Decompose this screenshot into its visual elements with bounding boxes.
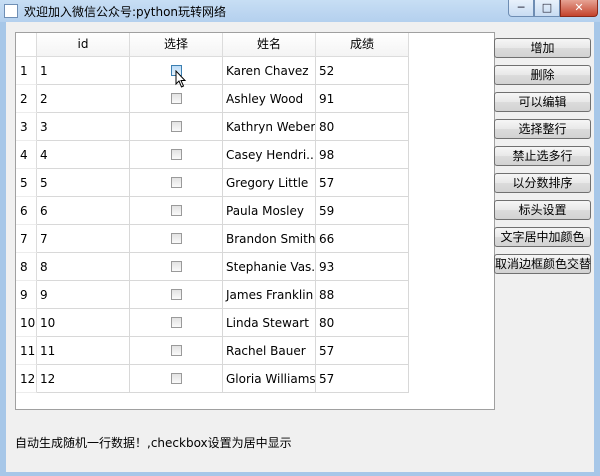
cell-id[interactable]: 5: [37, 169, 130, 197]
cell-score[interactable]: 80: [316, 309, 409, 337]
mouse-cursor-icon: [175, 70, 187, 88]
add-button[interactable]: 增加: [494, 38, 591, 58]
row-header[interactable]: 11: [16, 337, 37, 365]
cell-id[interactable]: 8: [37, 253, 130, 281]
row-header[interactable]: 6: [16, 197, 37, 225]
row-checkbox[interactable]: [171, 121, 182, 132]
cell-id[interactable]: 11: [37, 337, 130, 365]
cell-name[interactable]: Ashley Wood: [223, 85, 316, 113]
client-area: id 选择 姓名 成绩 1 1 Karen Chavez 52 2 2 Ashley Wood 91 3…: [6, 22, 594, 472]
cell-score[interactable]: 98: [316, 141, 409, 169]
cell-select[interactable]: [130, 281, 223, 309]
cell-score[interactable]: 59: [316, 197, 409, 225]
cell-select[interactable]: [130, 169, 223, 197]
cell-score[interactable]: 66: [316, 225, 409, 253]
row-header[interactable]: 9: [16, 281, 37, 309]
header-name[interactable]: 姓名: [223, 33, 316, 57]
maximize-button[interactable]: □: [534, 0, 560, 17]
cell-id[interactable]: 7: [37, 225, 130, 253]
cell-id[interactable]: 1: [37, 57, 130, 85]
row-header[interactable]: 12: [16, 365, 37, 393]
header-select[interactable]: 选择: [130, 33, 223, 57]
select-row-button[interactable]: 选择整行: [494, 119, 591, 139]
row-header[interactable]: 3: [16, 113, 37, 141]
title-bar[interactable]: 欢迎加入微信公众号:python玩转网络 ─ □ ✕: [0, 0, 600, 22]
cell-name[interactable]: James Franklin: [223, 281, 316, 309]
row-checkbox[interactable]: [171, 149, 182, 160]
row-checkbox[interactable]: [171, 317, 182, 328]
sort-by-score-button[interactable]: 以分数排序: [494, 173, 591, 193]
cell-score[interactable]: 57: [316, 365, 409, 393]
cell-select[interactable]: [130, 337, 223, 365]
delete-button[interactable]: 删除: [494, 65, 591, 85]
row-header[interactable]: 10: [16, 309, 37, 337]
row-header[interactable]: 5: [16, 169, 37, 197]
cell-score[interactable]: 52: [316, 57, 409, 85]
cell-name[interactable]: Stephanie Vas...: [223, 253, 316, 281]
cell-score[interactable]: 88: [316, 281, 409, 309]
cell-id[interactable]: 3: [37, 113, 130, 141]
cell-id[interactable]: 10: [37, 309, 130, 337]
cell-select[interactable]: [130, 141, 223, 169]
row-checkbox[interactable]: [171, 373, 182, 384]
close-button[interactable]: ✕: [560, 0, 598, 17]
header-score[interactable]: 成绩: [316, 33, 409, 57]
app-icon: [4, 4, 18, 18]
cell-select[interactable]: [130, 309, 223, 337]
window-title: 欢迎加入微信公众号:python玩转网络: [24, 5, 227, 19]
cell-select[interactable]: [130, 253, 223, 281]
header-settings-button[interactable]: 标头设置: [494, 200, 591, 220]
cell-id[interactable]: 6: [37, 197, 130, 225]
editable-button[interactable]: 可以编辑: [494, 92, 591, 112]
data-table[interactable]: id 选择 姓名 成绩 1 1 Karen Chavez 52 2 2 Ashley Wood 91 3…: [15, 32, 495, 410]
status-message: 自动生成随机一行数据！,checkbox设置为居中显示: [15, 436, 292, 450]
cell-score[interactable]: 80: [316, 113, 409, 141]
row-checkbox[interactable]: [171, 345, 182, 356]
cell-select[interactable]: [130, 225, 223, 253]
cell-id[interactable]: 9: [37, 281, 130, 309]
row-checkbox[interactable]: [171, 177, 182, 188]
cell-select[interactable]: [130, 113, 223, 141]
cell-select[interactable]: [130, 365, 223, 393]
cell-name[interactable]: Casey Hendri...: [223, 141, 316, 169]
cancel-border-alternate-button[interactable]: 取消边框颜色交替: [494, 254, 591, 274]
cell-name[interactable]: Rachel Bauer: [223, 337, 316, 365]
table-corner-button[interactable]: [16, 33, 37, 57]
cell-name[interactable]: Brandon Smith: [223, 225, 316, 253]
row-header[interactable]: 1: [16, 57, 37, 85]
cell-select[interactable]: [130, 85, 223, 113]
app-window: 欢迎加入微信公众号:python玩转网络 ─ □ ✕ id 选择 姓名 成绩 1 1 Kar…: [0, 0, 600, 476]
row-checkbox[interactable]: [171, 93, 182, 104]
minimize-button[interactable]: ─: [508, 0, 534, 17]
cell-score[interactable]: 93: [316, 253, 409, 281]
row-checkbox[interactable]: [171, 261, 182, 272]
row-header[interactable]: 7: [16, 225, 37, 253]
cell-name[interactable]: Gregory Little: [223, 169, 316, 197]
row-checkbox[interactable]: [171, 205, 182, 216]
cell-name[interactable]: Paula Mosley: [223, 197, 316, 225]
cell-name[interactable]: Linda Stewart: [223, 309, 316, 337]
cell-score[interactable]: 91: [316, 85, 409, 113]
row-header[interactable]: 4: [16, 141, 37, 169]
cell-name[interactable]: Kathryn Weber: [223, 113, 316, 141]
center-color-button[interactable]: 文字居中加颜色: [494, 227, 591, 247]
cell-id[interactable]: 2: [37, 85, 130, 113]
cell-score[interactable]: 57: [316, 337, 409, 365]
cell-score[interactable]: 57: [316, 169, 409, 197]
header-id[interactable]: id: [37, 33, 130, 57]
cell-select[interactable]: [130, 197, 223, 225]
cell-id[interactable]: 12: [37, 365, 130, 393]
row-header[interactable]: 2: [16, 85, 37, 113]
row-header[interactable]: 8: [16, 253, 37, 281]
cell-id[interactable]: 4: [37, 141, 130, 169]
disable-multiselect-button[interactable]: 禁止选多行: [494, 146, 591, 166]
row-checkbox[interactable]: [171, 289, 182, 300]
row-checkbox[interactable]: [171, 233, 182, 244]
cell-name[interactable]: Gloria Williams: [223, 365, 316, 393]
cell-name[interactable]: Karen Chavez: [223, 57, 316, 85]
